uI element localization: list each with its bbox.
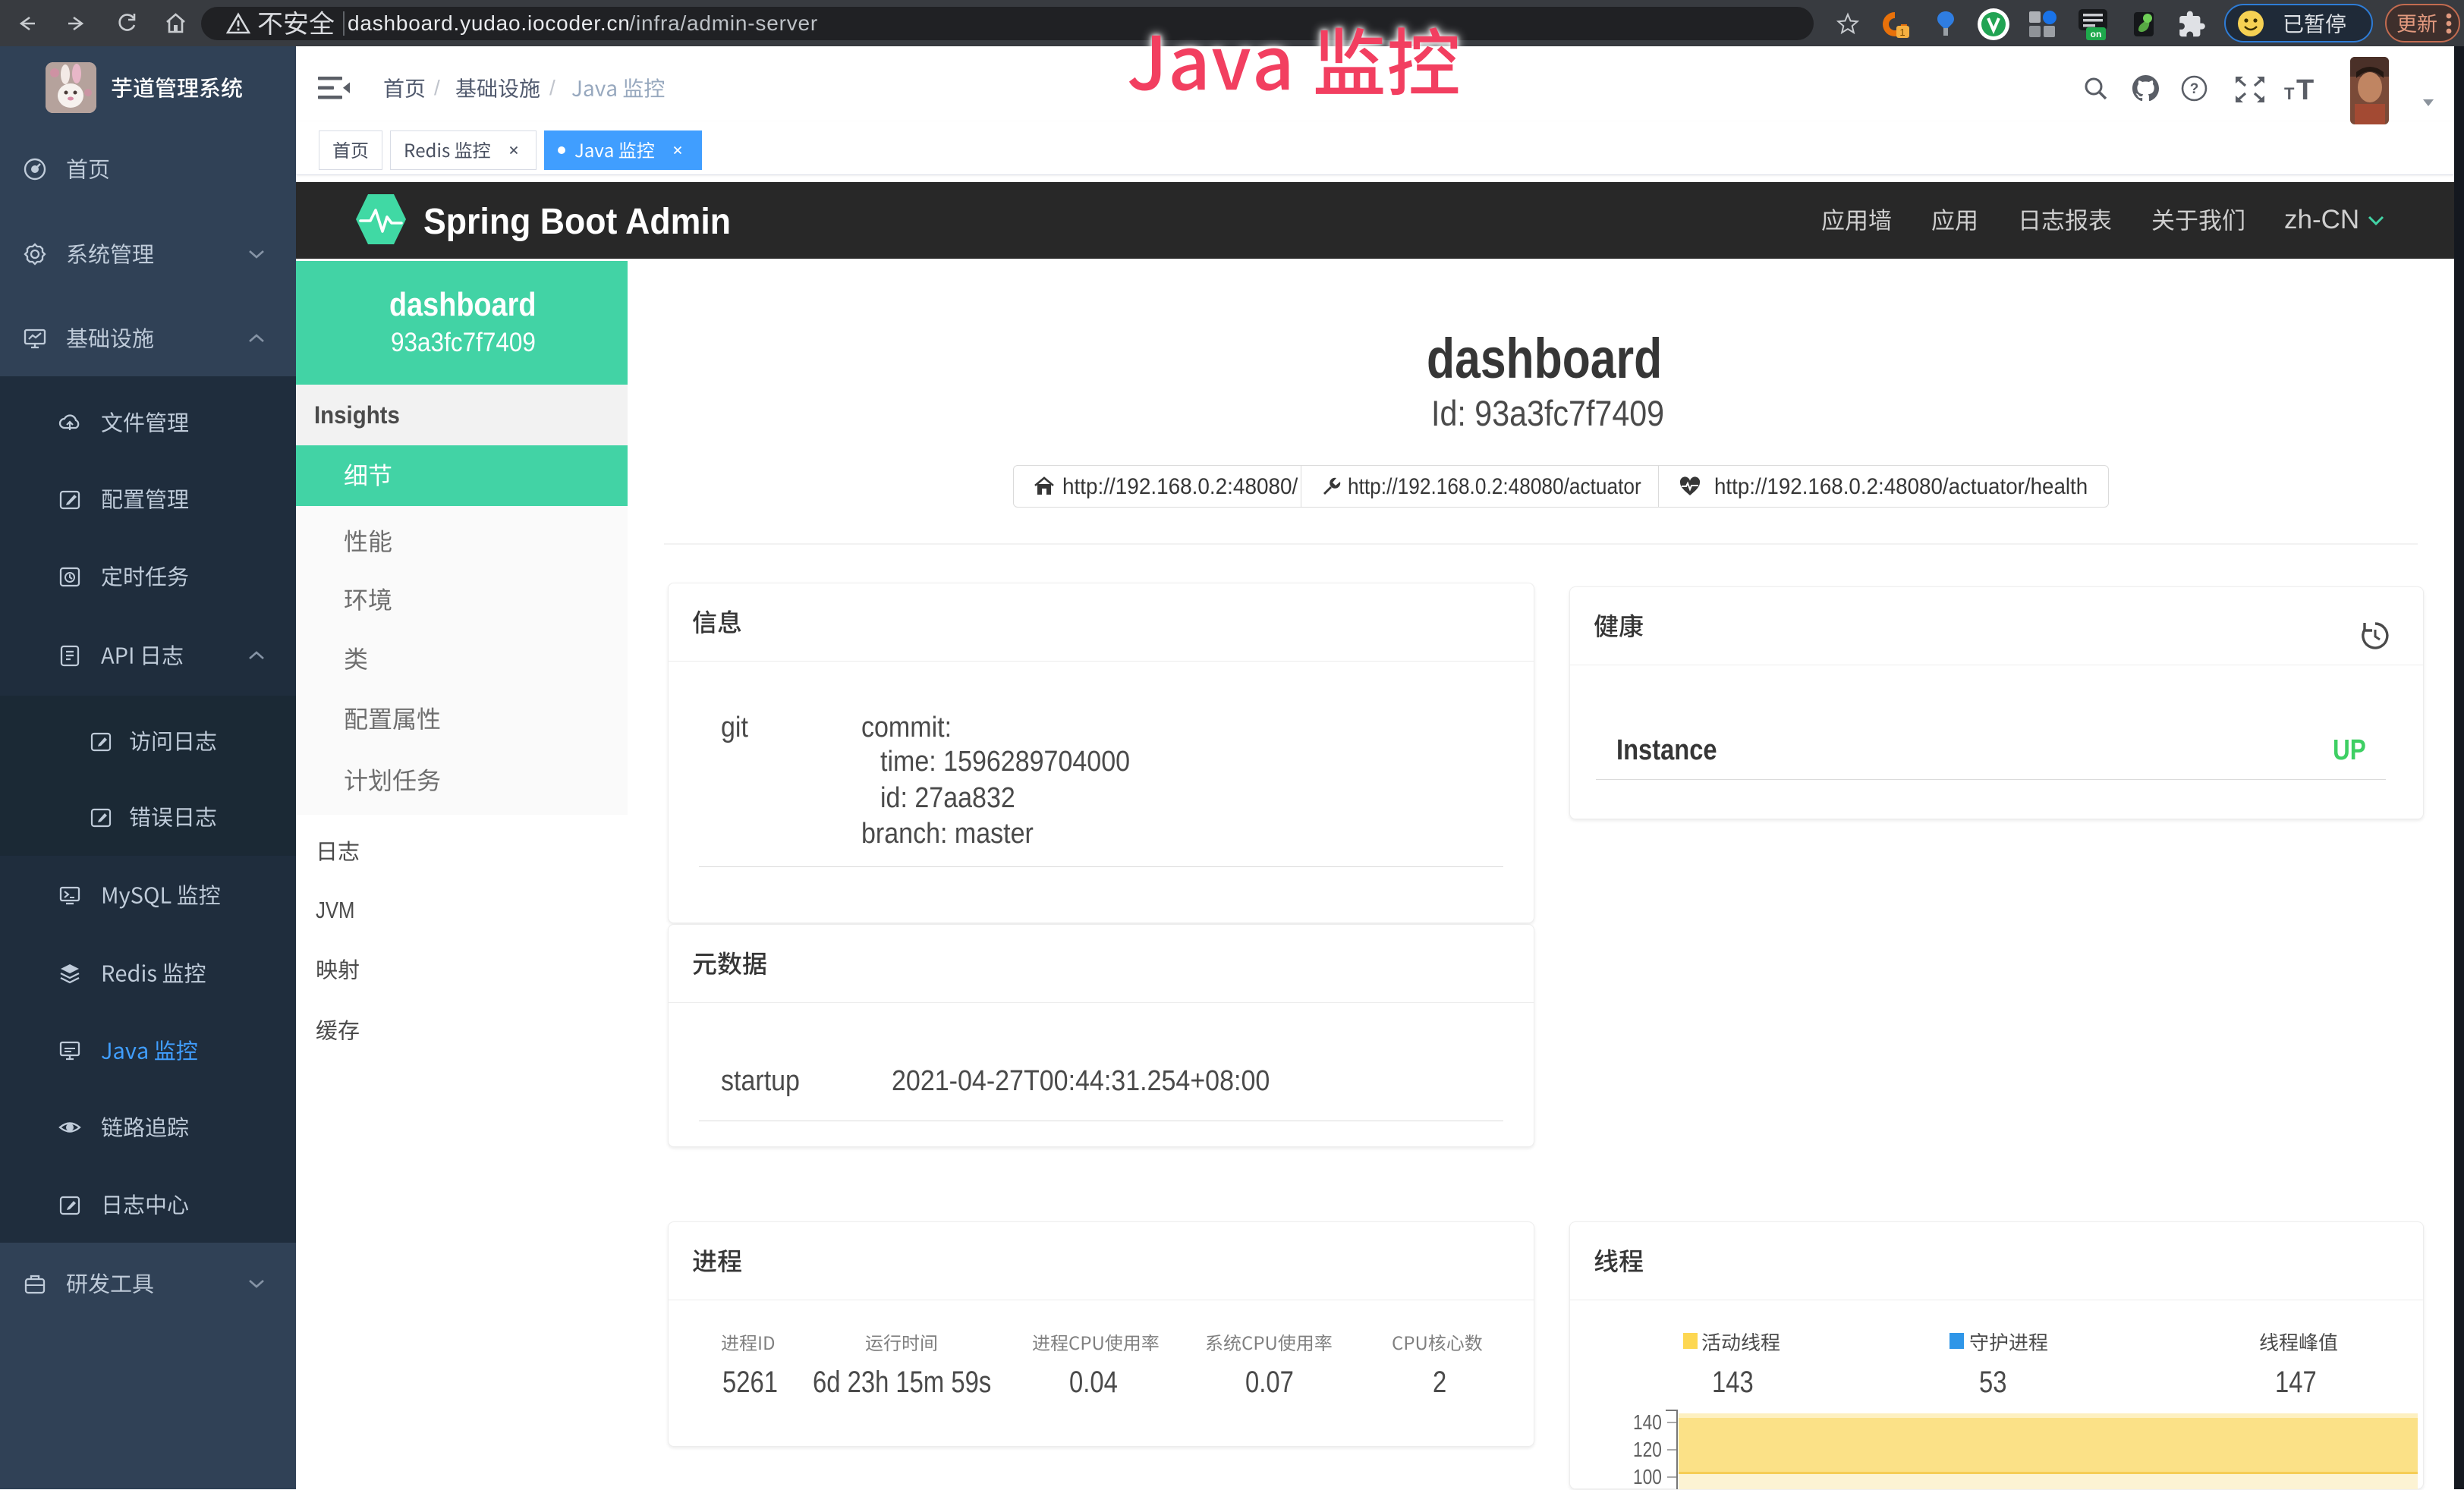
- svg-text:on: on: [2091, 29, 2102, 39]
- svg-text:1: 1: [1899, 27, 1905, 38]
- svg-text:T: T: [2296, 75, 2314, 102]
- svg-text:?: ?: [2190, 81, 2199, 97]
- svg-text:T: T: [2284, 84, 2295, 102]
